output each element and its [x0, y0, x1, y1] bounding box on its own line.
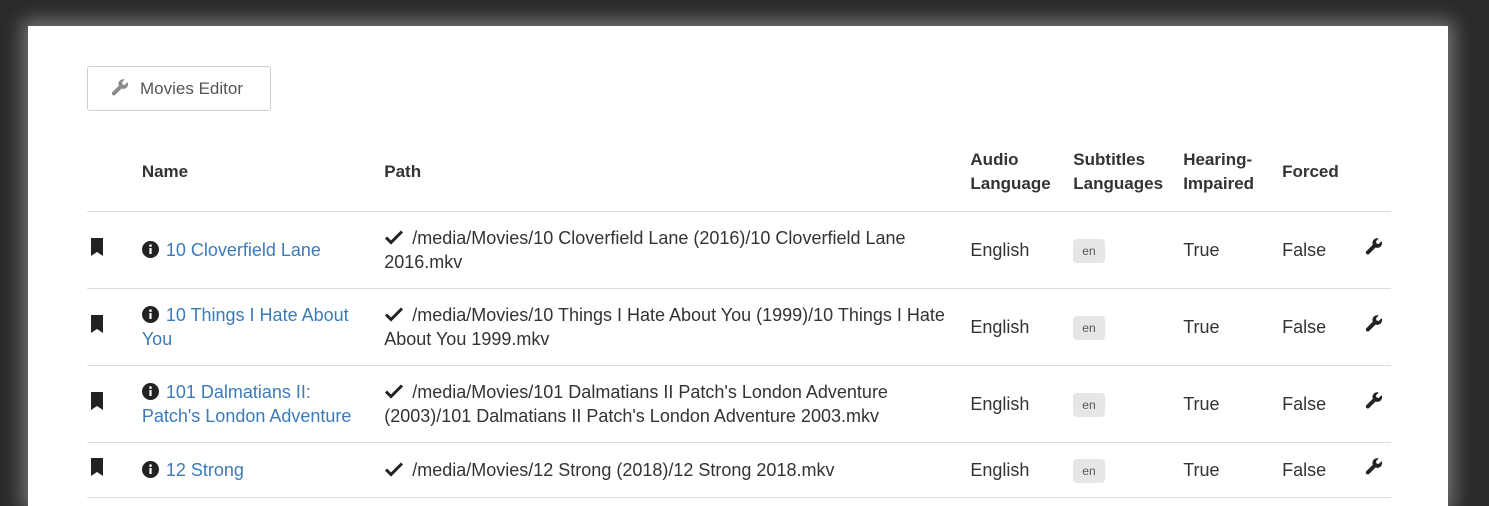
- bookmark-icon[interactable]: [90, 392, 104, 410]
- subtitles-cell: en: [1073, 288, 1184, 366]
- header-audio-language[interactable]: Audio Language: [970, 136, 1074, 212]
- bookmark-icon[interactable]: [90, 315, 104, 333]
- header-subtitles-languages[interactable]: Subtitles Languages: [1073, 136, 1184, 212]
- bookmark-cell: [87, 211, 142, 289]
- bookmark-cell: [87, 442, 142, 498]
- subtitle-badge: en: [1073, 239, 1105, 263]
- header-actions: [1363, 136, 1391, 212]
- audio-language-cell: English: [970, 211, 1074, 289]
- audio-language-cell: English: [970, 365, 1074, 443]
- movie-title-link[interactable]: 10 Cloverfield Lane: [166, 240, 321, 260]
- movie-path: /media/Movies/10 Things I Hate About You…: [384, 305, 945, 349]
- edit-wrench-icon[interactable]: [1364, 457, 1384, 477]
- subtitles-cell: en: [1073, 211, 1184, 289]
- table-row: 101 Dalmatians II: Patch's London Advent…: [87, 365, 1391, 443]
- table-row: 10 Cloverfield Lane /media/Movies/10 Clo…: [87, 211, 1391, 289]
- edit-wrench-icon[interactable]: [1364, 237, 1384, 257]
- wrench-icon: [110, 78, 132, 100]
- movie-title-link[interactable]: 101 Dalmatians II: Patch's London Advent…: [142, 382, 352, 426]
- subtitles-cell: en: [1073, 442, 1184, 498]
- forced-cell: False: [1282, 211, 1364, 289]
- bookmark-icon[interactable]: [90, 238, 104, 256]
- path-cell: /media/Movies/10 Things I Hate About You…: [384, 288, 971, 366]
- info-icon[interactable]: [141, 240, 159, 258]
- header-name[interactable]: Name: [141, 136, 385, 212]
- forced-cell: False: [1282, 365, 1364, 443]
- header-forced[interactable]: Forced: [1282, 136, 1364, 212]
- movies-editor-button[interactable]: Movies Editor: [87, 66, 271, 111]
- header-bookmark: [87, 136, 142, 212]
- movie-title-link[interactable]: 12 Strong: [166, 460, 244, 480]
- hearing-impaired-cell: True: [1183, 211, 1283, 289]
- check-icon: [384, 227, 404, 245]
- name-cell: 10 Cloverfield Lane: [141, 211, 385, 289]
- edit-wrench-icon[interactable]: [1364, 391, 1384, 411]
- forced-cell: False: [1282, 442, 1364, 498]
- movie-path: /media/Movies/101 Dalmatians II Patch's …: [384, 382, 888, 426]
- path-cell: /media/Movies/12 Strong (2018)/12 Strong…: [384, 442, 971, 498]
- table-header-row: Name Path Audio Language Subtitles Langu…: [87, 136, 1391, 212]
- hearing-impaired-cell: True: [1183, 365, 1283, 443]
- path-cell: /media/Movies/10 Cloverfield Lane (2016)…: [384, 211, 971, 289]
- check-icon: [384, 381, 404, 399]
- header-hearing-impaired[interactable]: Hearing-Impaired: [1183, 136, 1283, 212]
- check-icon: [384, 304, 404, 322]
- subtitle-badge: en: [1073, 393, 1105, 417]
- audio-language-cell: English: [970, 288, 1074, 366]
- bookmark-cell: [87, 288, 142, 366]
- edit-wrench-icon[interactable]: [1364, 314, 1384, 334]
- subtitle-badge: en: [1073, 459, 1105, 483]
- subtitle-badge: en: [1073, 316, 1105, 340]
- movie-title-link[interactable]: 10 Things I Hate About You: [142, 305, 349, 349]
- actions-cell: [1363, 211, 1391, 289]
- name-cell: 101 Dalmatians II: Patch's London Advent…: [141, 365, 385, 443]
- movie-path: /media/Movies/10 Cloverfield Lane (2016)…: [384, 228, 906, 272]
- movies-panel: Movies Editor Name Path Audio Language S…: [28, 26, 1448, 506]
- subtitles-cell: en: [1073, 365, 1184, 443]
- hearing-impaired-cell: True: [1183, 288, 1283, 366]
- movies-table: Name Path Audio Language Subtitles Langu…: [87, 136, 1391, 498]
- actions-cell: [1363, 442, 1391, 498]
- header-path[interactable]: Path: [384, 136, 971, 212]
- table-row: 12 Strong /media/Movies/12 Strong (2018)…: [87, 442, 1391, 498]
- info-icon[interactable]: [141, 460, 159, 478]
- movie-path: /media/Movies/12 Strong (2018)/12 Strong…: [412, 460, 835, 480]
- bookmark-icon[interactable]: [90, 458, 104, 476]
- info-icon[interactable]: [141, 382, 159, 400]
- actions-cell: [1363, 365, 1391, 443]
- hearing-impaired-cell: True: [1183, 442, 1283, 498]
- check-icon: [384, 459, 404, 477]
- table-row: 10 Things I Hate About You /media/Movies…: [87, 288, 1391, 366]
- name-cell: 12 Strong: [141, 442, 385, 498]
- info-icon[interactable]: [141, 305, 159, 323]
- bookmark-cell: [87, 365, 142, 443]
- movies-editor-label: Movies Editor: [140, 78, 243, 98]
- name-cell: 10 Things I Hate About You: [141, 288, 385, 366]
- audio-language-cell: English: [970, 442, 1074, 498]
- forced-cell: False: [1282, 288, 1364, 366]
- actions-cell: [1363, 288, 1391, 366]
- path-cell: /media/Movies/101 Dalmatians II Patch's …: [384, 365, 971, 443]
